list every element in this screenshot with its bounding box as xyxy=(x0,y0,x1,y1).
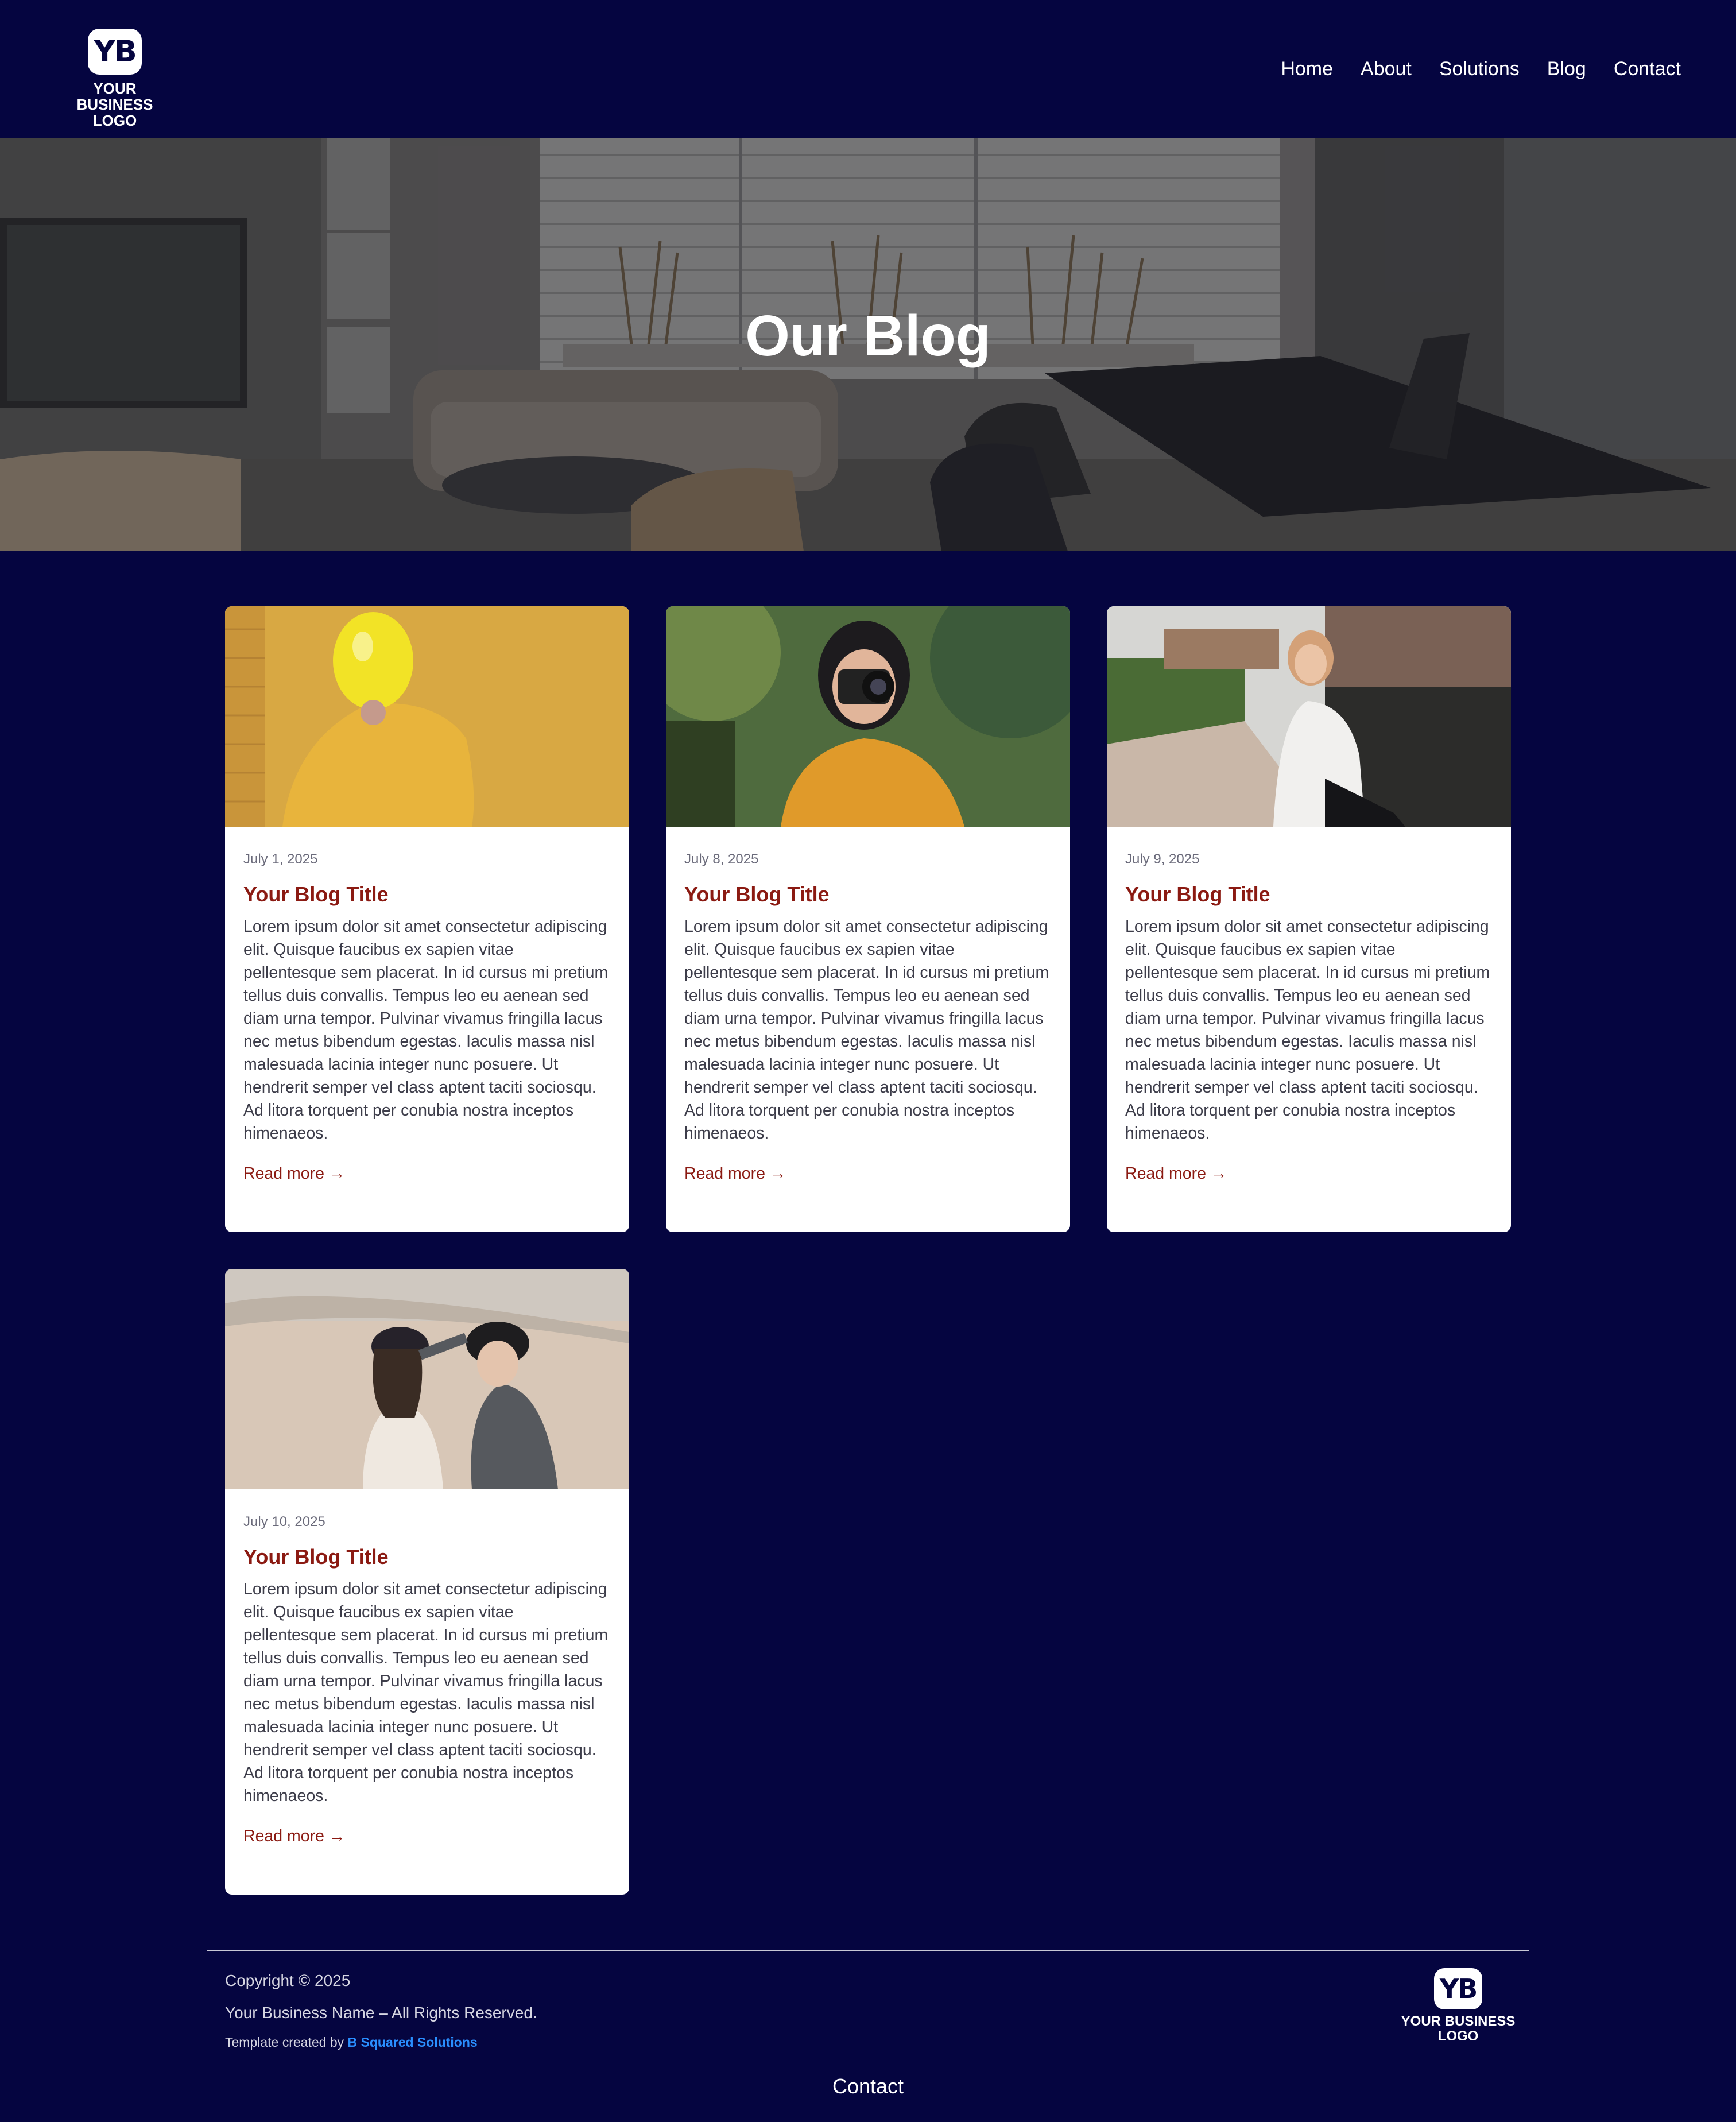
logo-text: YOUR BUSINESS LOGO xyxy=(54,80,176,129)
footer-divider xyxy=(207,1950,1529,1951)
logo-mark: YB xyxy=(88,29,142,75)
blog-card-image[interactable] xyxy=(666,606,1070,827)
footer-rights: Your Business Name – All Rights Reserved… xyxy=(225,2004,537,2022)
logo-line-1: YOUR BUSINESS xyxy=(1401,2013,1516,2029)
logo-line-2: LOGO xyxy=(92,112,137,129)
business-logo[interactable]: YB YOUR BUSINESS LOGO xyxy=(54,29,176,129)
post-date: July 1, 2025 xyxy=(243,851,318,867)
credit-prefix: Template created by xyxy=(225,2035,348,2050)
nav-home[interactable]: Home xyxy=(1281,55,1333,83)
read-more-link[interactable]: Read more → xyxy=(1125,1162,1227,1185)
post-date: July 9, 2025 xyxy=(1125,851,1200,867)
footer-copyright: Copyright © 2025 xyxy=(225,1972,351,1989)
post-excerpt: Lorem ipsum dolor sit amet consectetur a… xyxy=(684,917,1049,1143)
nav-about[interactable]: About xyxy=(1361,55,1412,83)
post-date: July 8, 2025 xyxy=(684,851,759,867)
logo-mark: YB xyxy=(1434,1968,1482,2009)
page-title: Our Blog xyxy=(745,304,991,368)
nav-blog[interactable]: Blog xyxy=(1547,55,1586,83)
blog-card[interactable]: July 1, 2025 Your Blog Title Lorem ipsum… xyxy=(225,606,629,1232)
nav-contact[interactable]: Contact xyxy=(1614,55,1681,83)
post-title[interactable]: Your Blog Title xyxy=(684,881,1052,908)
beach-friends-photo xyxy=(225,1269,629,1489)
footer-logo[interactable]: YB YOUR BUSINESS LOGO xyxy=(1401,1968,1516,2044)
footer-contact-link[interactable]: Contact xyxy=(0,2073,1736,2100)
main-nav: Home About Solutions Blog Contact xyxy=(1281,55,1681,83)
balloon-photo xyxy=(225,606,629,827)
credit-link[interactable]: B Squared Solutions xyxy=(348,2035,478,2050)
post-title[interactable]: Your Blog Title xyxy=(1125,881,1493,908)
read-more-link[interactable]: Read more → xyxy=(684,1162,786,1185)
post-excerpt: Lorem ipsum dolor sit amet consectetur a… xyxy=(1125,917,1490,1143)
nav-solutions[interactable]: Solutions xyxy=(1439,55,1520,83)
logo-line-2: LOGO xyxy=(1437,2028,1479,2044)
blog-card-body: July 1, 2025 Your Blog Title Lorem ipsum… xyxy=(225,827,629,1185)
blog-card-body: July 8, 2025 Your Blog Title Lorem ipsum… xyxy=(666,827,1070,1185)
blog-card[interactable]: July 9, 2025 Your Blog Title Lorem ipsum… xyxy=(1107,606,1511,1232)
riverside-photo xyxy=(1107,606,1511,827)
post-excerpt: Lorem ipsum dolor sit amet consectetur a… xyxy=(243,1580,609,1805)
photographer-photo xyxy=(666,606,1070,827)
hero-banner: Our Blog xyxy=(0,138,1736,551)
blog-card-image[interactable] xyxy=(225,606,629,827)
post-title[interactable]: Your Blog Title xyxy=(243,881,611,908)
post-title[interactable]: Your Blog Title xyxy=(243,1543,611,1571)
logo-line-1: YOUR BUSINESS xyxy=(76,80,153,113)
blog-card[interactable]: July 8, 2025 Your Blog Title Lorem ipsum… xyxy=(666,606,1070,1232)
read-more-link[interactable]: Read more → xyxy=(243,1825,345,1848)
site-header: YB YOUR BUSINESS LOGO Home About Solutio… xyxy=(0,0,1736,138)
blog-card-body: July 9, 2025 Your Blog Title Lorem ipsum… xyxy=(1107,827,1511,1185)
read-more-link[interactable]: Read more → xyxy=(243,1162,345,1185)
logo-text: YOUR BUSINESS LOGO xyxy=(1401,2014,1516,2044)
blog-card-body: July 10, 2025 Your Blog Title Lorem ipsu… xyxy=(225,1489,629,1848)
post-date: July 10, 2025 xyxy=(243,1514,326,1529)
post-excerpt: Lorem ipsum dolor sit amet consectetur a… xyxy=(243,917,609,1143)
blog-card-image[interactable] xyxy=(225,1269,629,1489)
footer-credit: Template created by B Squared Solutions xyxy=(225,2034,478,2051)
blog-card-image[interactable] xyxy=(1107,606,1511,827)
blog-card[interactable]: July 10, 2025 Your Blog Title Lorem ipsu… xyxy=(225,1269,629,1895)
